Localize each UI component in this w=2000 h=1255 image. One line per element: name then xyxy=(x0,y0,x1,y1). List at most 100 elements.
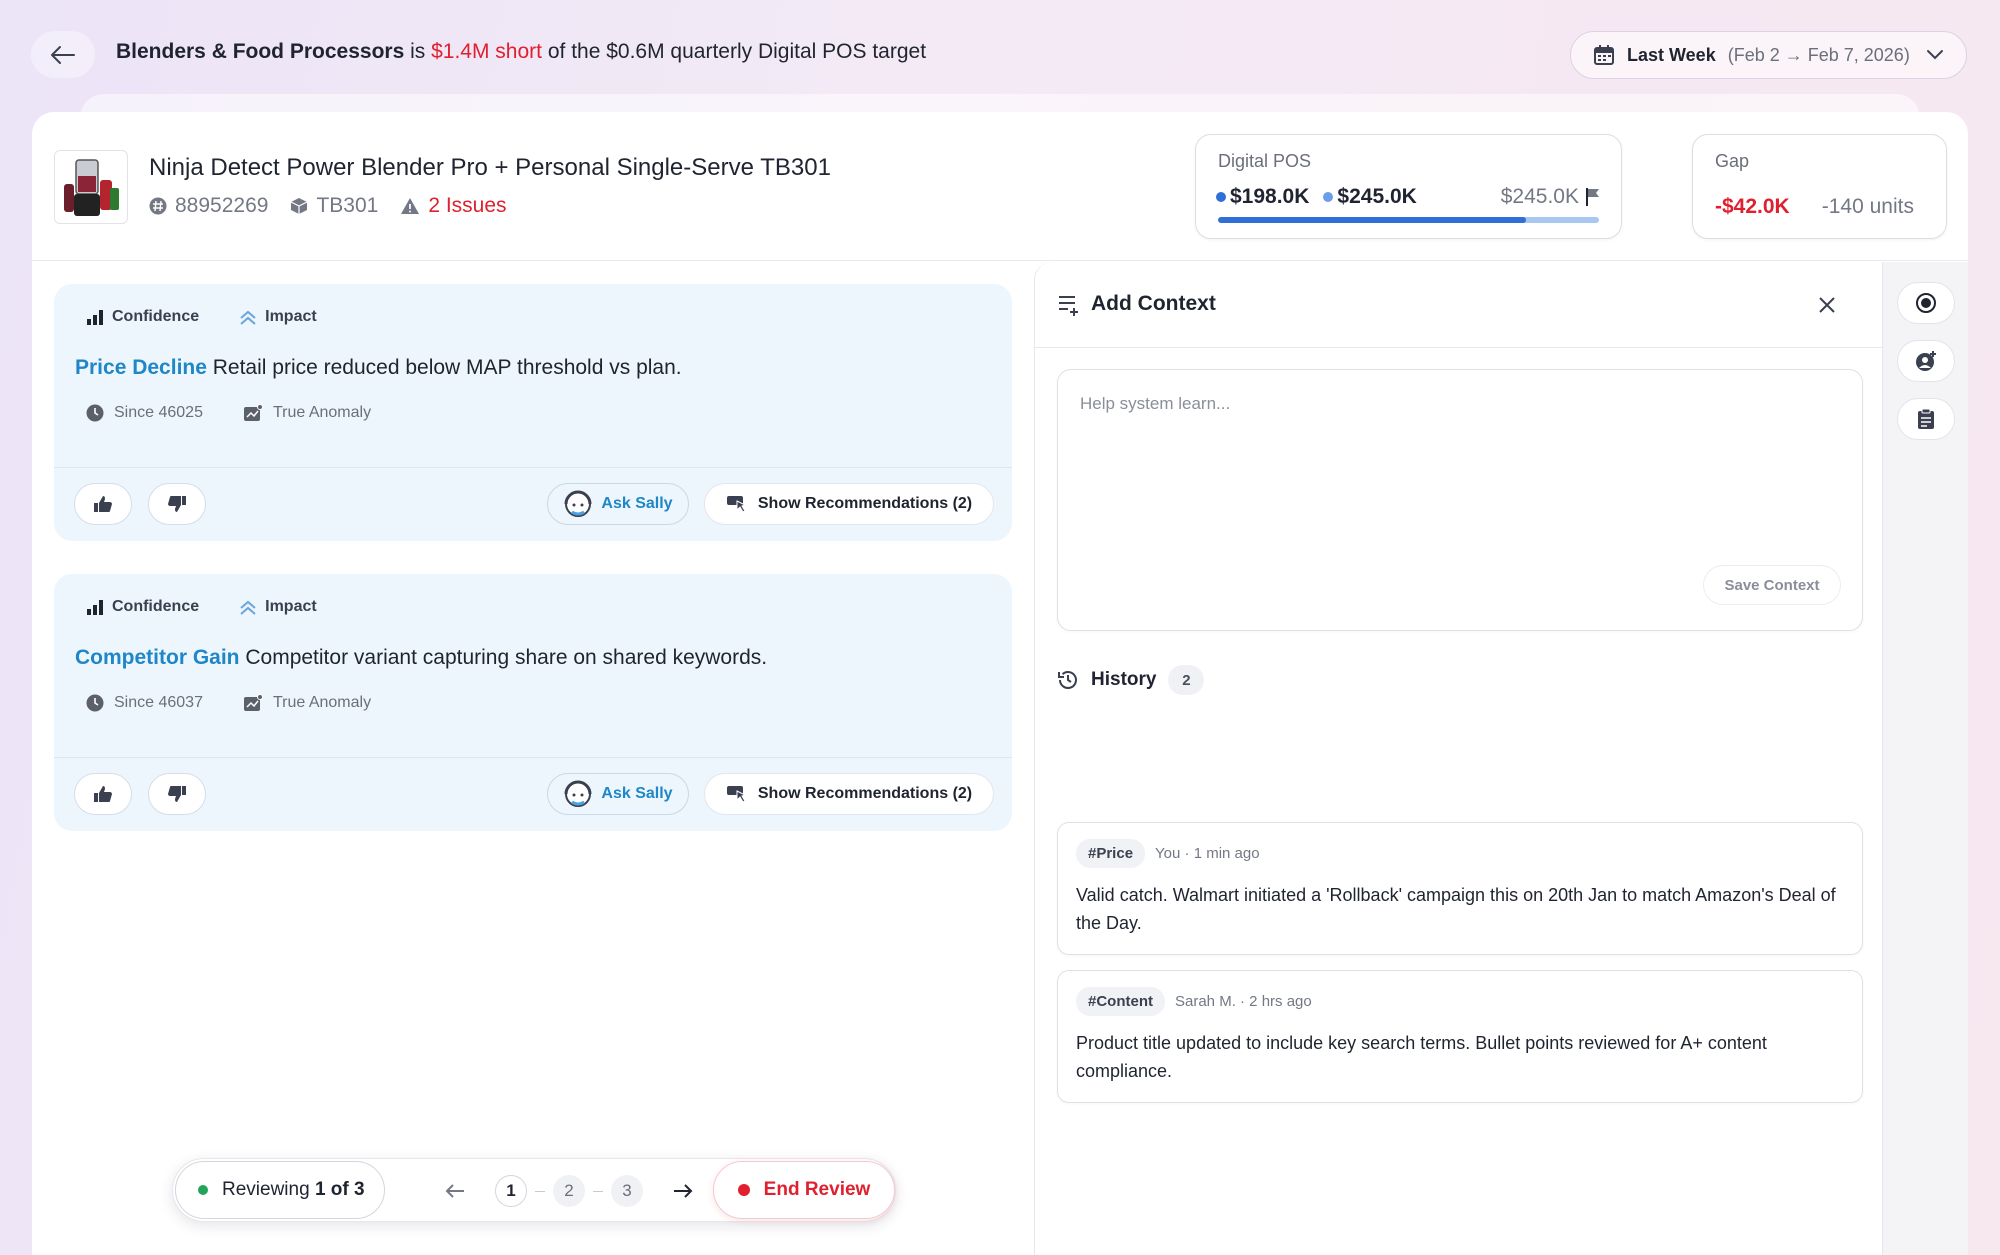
page-3[interactable]: 3 xyxy=(611,1175,643,1207)
end-review-label: End Review xyxy=(763,1179,871,1200)
page-separator xyxy=(535,1190,545,1192)
history-header: History 2 xyxy=(1057,665,1205,695)
anomaly-chart-icon xyxy=(243,694,263,711)
ask-sally-button[interactable]: Ask Sally xyxy=(547,483,689,525)
digital-pos-values: $198.0K $245.0K $245.0K xyxy=(1216,185,1601,209)
issue-type: Price Decline xyxy=(75,356,207,379)
thumbs-down-button[interactable] xyxy=(148,483,206,525)
shortfall-amount: $1.4M short xyxy=(431,40,542,63)
confidence-label: Confidence xyxy=(112,308,200,325)
impact-tag: Impact xyxy=(239,308,317,326)
add-user-icon xyxy=(1916,351,1936,371)
history-text: Product title updated to include key sea… xyxy=(1076,1033,1767,1081)
recommendation-cursor-icon xyxy=(726,496,747,513)
sally-avatar-icon xyxy=(564,780,592,807)
prev-page-button[interactable] xyxy=(435,1171,475,1211)
page-separator xyxy=(593,1190,603,1192)
digital-pos-label: Digital POS xyxy=(1218,151,1312,171)
add-user-button[interactable] xyxy=(1897,340,1955,382)
target-icon xyxy=(1916,293,1936,313)
history-entry: #Content Sarah M. · 2 hrs ago Product ti… xyxy=(1057,970,1863,1103)
actual-dot xyxy=(1216,192,1226,202)
issue-since: Since 46025 xyxy=(86,404,203,422)
pager: 1 2 3 xyxy=(435,1171,703,1211)
since-label: Since 46037 xyxy=(114,694,203,711)
show-recommendations-button[interactable]: Show Recommendations (2) xyxy=(704,483,994,525)
thumbs-down-icon xyxy=(168,496,186,512)
issues-count[interactable]: 2 Issues xyxy=(428,194,506,218)
product-thumbnail xyxy=(54,150,128,224)
blender-product-image xyxy=(64,159,119,216)
issue-card: Confidence Impact Price Decline Retail p… xyxy=(54,284,1012,541)
clipboard-icon xyxy=(1918,408,1934,429)
ask-sally-label: Ask Sally xyxy=(601,495,673,512)
anomaly-chart-icon xyxy=(243,404,263,421)
signal-bars-icon xyxy=(87,310,103,325)
history-tag: #Price xyxy=(1076,839,1146,868)
history-tag: #Content xyxy=(1076,987,1165,1016)
page-1[interactable]: 1 xyxy=(495,1175,527,1207)
target-tool-button[interactable] xyxy=(1897,282,1955,324)
next-page-button[interactable] xyxy=(663,1171,703,1211)
thumbs-down-icon xyxy=(168,786,186,802)
ask-sally-button[interactable]: Ask Sally xyxy=(547,773,689,815)
issue-summary: Competitor Gain Competitor variant captu… xyxy=(75,646,767,670)
end-review-button[interactable]: End Review xyxy=(713,1161,895,1219)
product-header: Ninja Detect Power Blender Pro + Persona… xyxy=(32,112,1968,261)
sally-avatar-icon xyxy=(564,490,592,517)
anomaly-label: True Anomaly xyxy=(272,694,372,711)
pos-progress-bar xyxy=(1218,217,1599,223)
issue-since: Since 46037 xyxy=(86,694,203,712)
gap-value: -$42.0K xyxy=(1715,195,1790,218)
save-context-button[interactable]: Save Context xyxy=(1703,565,1841,605)
gap-label: Gap xyxy=(1715,151,1750,171)
history-author: Sarah M. · 2 hrs ago xyxy=(1175,993,1312,1010)
back-button[interactable] xyxy=(31,31,95,78)
gap-units: -140 units xyxy=(1821,195,1914,218)
show-recommendations-button[interactable]: Show Recommendations (2) xyxy=(704,773,994,815)
target-text: of the $0.6M quarterly Digital POS targe… xyxy=(547,40,927,63)
hash-icon xyxy=(149,197,167,215)
issue-card: Confidence Impact Competitor Gain Compet… xyxy=(54,574,1012,831)
category-name: Blenders & Food Processors xyxy=(116,40,405,63)
close-icon xyxy=(1819,297,1835,313)
add-context-panel: Add Context Save Context History 2 #Pric… xyxy=(1034,262,1883,1255)
flag-icon xyxy=(1586,188,1599,206)
plan-dot xyxy=(1323,192,1334,202)
confidence-tag: Confidence xyxy=(86,308,199,326)
warning-icon xyxy=(401,198,420,214)
thumbs-up-button[interactable] xyxy=(74,773,132,815)
date-range-dropdown[interactable]: Last Week (Feb 2 → Feb 7, 2026) xyxy=(1570,31,1967,79)
ask-sally-label: Ask Sally xyxy=(601,785,673,802)
review-status-value: 1 of 3 xyxy=(314,1179,365,1200)
close-button[interactable] xyxy=(1810,288,1844,322)
record-dot xyxy=(737,1184,750,1196)
add-context-title: Add Context xyxy=(1091,292,1216,315)
clipboard-button[interactable] xyxy=(1897,398,1955,440)
date-range-value: (Feb 2 → Feb 7, 2026) xyxy=(1727,44,1910,65)
status-dot xyxy=(198,1185,208,1195)
chevrons-up-icon xyxy=(240,310,256,325)
issue-anomaly: True Anomaly xyxy=(243,404,371,422)
impact-tag: Impact xyxy=(239,598,317,616)
thumbs-up-icon xyxy=(94,786,112,802)
box-icon xyxy=(291,198,308,214)
gap-kpi: Gap -$42.0K -140 units xyxy=(1692,134,1947,239)
pos-plan: $245.0K xyxy=(1337,185,1417,208)
headline-connector: is xyxy=(410,40,426,63)
calendar-icon xyxy=(1594,45,1614,65)
history-author: You · 1 min ago xyxy=(1155,845,1260,862)
product-meta: 88952269 TB301 2 Issues xyxy=(149,194,507,218)
pos-actual: $198.0K xyxy=(1230,185,1310,208)
digital-pos-kpi: Digital POS $198.0K $245.0K $245.0K xyxy=(1195,134,1622,239)
review-status-text: Reviewing 1 of 3 xyxy=(222,1179,365,1201)
thumbs-up-button[interactable] xyxy=(74,483,132,525)
arrow-left-icon xyxy=(51,45,75,64)
page-2[interactable]: 2 xyxy=(553,1175,585,1207)
product-id: 88952269 xyxy=(175,194,269,217)
pos-target: $245.0K xyxy=(1500,185,1579,208)
right-tool-rail xyxy=(1882,262,1968,1255)
thumbs-down-button[interactable] xyxy=(148,773,206,815)
product-title: Ninja Detect Power Blender Pro + Persona… xyxy=(149,154,831,181)
chevron-down-icon xyxy=(1927,50,1943,60)
